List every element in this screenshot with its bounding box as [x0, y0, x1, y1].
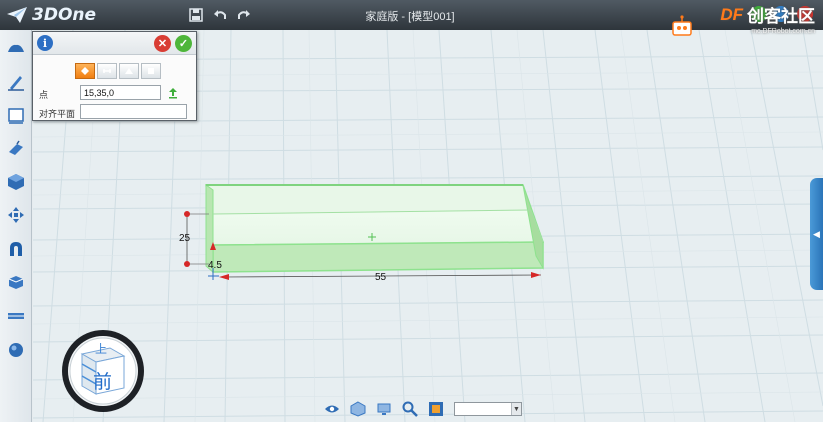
mode-4-button[interactable] [141, 63, 161, 79]
align-plane-input[interactable] [80, 104, 187, 119]
material-icon[interactable] [6, 340, 26, 360]
depth-dimension-label[interactable]: 4.5 [208, 260, 222, 271]
display-icon[interactable] [374, 399, 394, 419]
info-icon[interactable]: i [37, 35, 53, 51]
align-plane-label: 对齐平面 [39, 109, 76, 119]
special-function-icon[interactable] [6, 172, 26, 192]
robot-logo-icon [672, 15, 692, 36]
redo-icon[interactable] [234, 5, 254, 25]
height-dimension-label[interactable]: 25 [179, 233, 190, 244]
panel-header: i ✕ ✓ [33, 32, 196, 55]
sketch-icon[interactable] [6, 72, 26, 92]
save-icon[interactable] [186, 5, 206, 25]
box-model[interactable] [205, 184, 545, 274]
automatic-icon[interactable] [6, 272, 26, 292]
mode-3-button[interactable] [119, 63, 139, 79]
app-logo: 3DOne [6, 4, 96, 26]
view-cube-front-label: 前 [93, 371, 113, 393]
mode-buttons [75, 63, 161, 79]
properties-panel: i ✕ ✓ 点 对齐平面 [32, 31, 197, 121]
watermark-text: 创客社区 [747, 7, 815, 26]
chevron-left-icon: ◀ [813, 228, 820, 239]
box-mode-button[interactable] [75, 63, 95, 79]
snap-icon[interactable] [426, 399, 446, 419]
point-label: 点 [39, 90, 49, 100]
combine-icon[interactable] [6, 239, 26, 259]
basic-shapes-icon[interactable] [6, 38, 26, 58]
zoom-icon[interactable] [400, 399, 420, 419]
view-icon[interactable] [322, 399, 342, 419]
view-select[interactable]: ▼ [454, 402, 522, 416]
bottom-toolbar: ▼ [322, 398, 522, 420]
watermark: DF 创客社区 mc.DFRobot.com.cn [665, 2, 815, 46]
feature-modeling-icon[interactable] [6, 138, 26, 158]
sketch-edit-icon[interactable] [6, 106, 26, 126]
view-cube[interactable]: 上 前 [60, 328, 146, 414]
side-panel-toggle[interactable]: ◀ [810, 178, 823, 290]
app-name: 3DOne [32, 5, 97, 25]
undo-icon[interactable] [210, 5, 230, 25]
confirm-button[interactable]: ✓ [175, 35, 192, 52]
left-toolbar [0, 30, 32, 422]
logo-plane-icon [7, 7, 27, 23]
window-title: 家庭版 - [模型001] [365, 11, 455, 23]
view-cube-top-label: 上 [95, 342, 108, 356]
width-dimension-label[interactable]: 55 [375, 272, 386, 283]
point-input[interactable] [80, 85, 161, 100]
chevron-down-icon: ▼ [511, 403, 521, 415]
pick-point-icon[interactable] [167, 87, 179, 99]
render-mode-icon[interactable] [348, 399, 368, 419]
basic-edit-icon[interactable] [6, 205, 26, 225]
cancel-button[interactable]: ✕ [154, 35, 171, 52]
watermark-url: mc.DFRobot.com.cn [751, 28, 815, 35]
measure-icon[interactable] [6, 306, 26, 326]
watermark-brand: DF [720, 4, 743, 24]
mode-2-button[interactable] [97, 63, 117, 79]
